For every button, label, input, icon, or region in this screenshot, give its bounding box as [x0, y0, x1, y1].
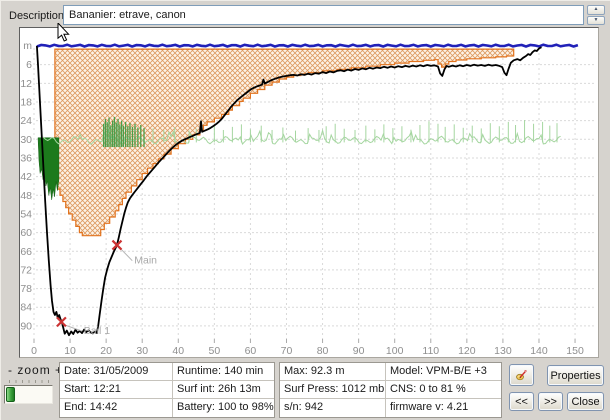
dive-log-window: Description: Bananier: etrave, canon ▲ ▼…	[0, 0, 610, 420]
surface-line	[37, 45, 578, 47]
svg-text:m: m	[23, 40, 32, 52]
svg-text:140: 140	[530, 345, 548, 357]
info-cell-firmware: firmware v: 4.21	[386, 399, 501, 417]
zoom-control: - zoom +	[8, 363, 63, 377]
svg-text:66: 66	[20, 246, 32, 258]
svg-text:6: 6	[26, 59, 32, 71]
next-dive-button[interactable]: >>	[538, 392, 563, 411]
info-cell-surf-int: Surf int: 26h 13m	[173, 381, 274, 399]
svg-text:30: 30	[20, 134, 32, 146]
svg-text:150: 150	[566, 345, 584, 357]
svg-text:0: 0	[31, 345, 37, 357]
description-label: Description:	[9, 10, 67, 22]
info-cell-start: Start: 12:21	[60, 381, 173, 399]
svg-text:36: 36	[20, 152, 32, 164]
info-cell-end: End: 14:42	[60, 399, 173, 417]
dive-info-table-left: Date: 31/05/2009 Runtime: 140 min Start:…	[59, 362, 275, 418]
info-cell-max-depth: Max: 92.3 m	[280, 363, 386, 381]
up-arrow-icon: ▲	[594, 6, 599, 12]
descent-rate-bars	[38, 138, 59, 200]
svg-text:120: 120	[458, 345, 476, 357]
spinner-up-button[interactable]: ▲	[587, 5, 605, 15]
svg-text:90: 90	[20, 320, 32, 332]
info-cell-serial: s/n: 942	[280, 399, 386, 417]
svg-text:48: 48	[20, 190, 32, 202]
svg-text:70: 70	[281, 345, 293, 357]
info-cell-date: Date: 31/05/2009	[60, 363, 173, 381]
info-cell-cns: CNS: 0 to 81 %	[386, 381, 501, 399]
svg-text:18: 18	[20, 96, 32, 108]
svg-text:40: 40	[172, 345, 184, 357]
dive-profile-chart: m 6 12 18 24 30 36 42 48 54 60 66 72 78 84 90 0 10 20 30 40 5…	[19, 27, 599, 358]
svg-text:60: 60	[20, 227, 32, 239]
svg-text:50: 50	[209, 345, 221, 357]
svg-text:54: 54	[20, 208, 32, 220]
info-cell-model: Model: VPM-B/E +3	[386, 363, 501, 381]
svg-text:60: 60	[245, 345, 257, 357]
info-cell-runtime: Runtime: 140 min	[173, 363, 274, 381]
close-button[interactable]: Close	[567, 392, 604, 411]
svg-text:30: 30	[136, 345, 148, 357]
description-value: Bananier: etrave, canon	[69, 9, 186, 21]
svg-text:10: 10	[64, 345, 76, 357]
svg-text:90: 90	[353, 345, 365, 357]
svg-text:12: 12	[20, 78, 32, 90]
svg-text:Main: Main	[134, 255, 157, 267]
svg-text:24: 24	[20, 115, 32, 127]
edit-dive-icon-button[interactable]	[509, 364, 534, 386]
zoom-slider-thumb[interactable]	[6, 387, 15, 402]
svg-text:Bail 1: Bail 1	[84, 325, 110, 337]
dive-profile-plot: m 6 12 18 24 30 36 42 48 54 60 66 72 78 84 90 0 10 20 30 40 5…	[20, 28, 598, 357]
svg-text:42: 42	[20, 171, 32, 183]
description-spinner: ▲ ▼	[587, 5, 605, 25]
svg-text:84: 84	[20, 302, 32, 314]
svg-text:110: 110	[422, 345, 439, 357]
properties-button[interactable]: Properties	[547, 365, 604, 386]
svg-text:72: 72	[20, 264, 32, 276]
svg-text:20: 20	[100, 345, 112, 357]
description-combobox[interactable]: Bananier: etrave, canon	[63, 5, 584, 25]
previous-dive-button[interactable]: <<	[509, 392, 534, 411]
svg-text:130: 130	[494, 345, 512, 357]
info-cell-surf-press: Surf Press: 1012 mb	[280, 381, 386, 399]
svg-text:100: 100	[386, 345, 404, 357]
edit-icon	[516, 367, 527, 384]
zoom-out-button[interactable]: -	[8, 363, 13, 377]
zoom-slider-ticks	[9, 380, 50, 383]
zoom-slider[interactable]	[4, 385, 53, 404]
svg-text:80: 80	[317, 345, 329, 357]
zoom-label: zoom	[17, 363, 50, 377]
svg-text:78: 78	[20, 283, 32, 295]
gas-switch-marker-main: Main	[112, 241, 157, 267]
dive-info-table-right: Max: 92.3 m Model: VPM-B/E +3 Surf Press…	[279, 362, 502, 418]
spinner-down-button[interactable]: ▼	[587, 16, 605, 26]
info-cell-battery: Battery: 100 to 98%	[173, 399, 274, 417]
down-arrow-icon: ▼	[594, 17, 599, 23]
